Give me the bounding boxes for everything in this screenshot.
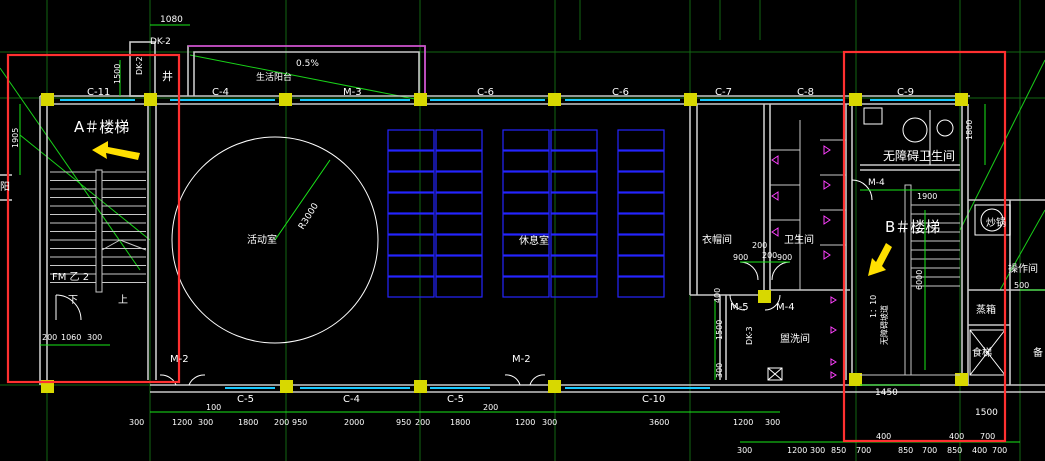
dimension-label: 200 [274, 418, 289, 427]
dimension-label: 200 [483, 403, 498, 412]
dimension-label: 850 [898, 446, 913, 455]
label-room-r3: 蒸箱 [976, 303, 996, 316]
label-dk2: DK-2 [150, 37, 171, 47]
label-rest-room: 休息室 [519, 234, 549, 247]
label-balcony: 生活阳台 [256, 71, 292, 83]
label-m2-b: M-2 [512, 354, 531, 365]
label-dim-a300: 300 [87, 333, 102, 342]
label-ramp-ratio: 1：10 [869, 295, 878, 318]
dimension-label: 700 [856, 446, 871, 455]
dimension-label: 700 [992, 446, 1007, 455]
label-dk2-vert: DK-2 [135, 56, 144, 75]
label-stair-a: A＃楼梯 [74, 118, 129, 136]
label-m3: M-3 [343, 87, 362, 98]
label-dk2-dim: 1080 [160, 15, 183, 25]
dimension-label: 1200 [515, 418, 535, 427]
dimension-label: 400 [972, 446, 987, 455]
dimension-label: 700 [922, 446, 937, 455]
dimension-label: 300 [810, 446, 825, 455]
label-fm: FM 乙 2 [52, 271, 89, 283]
label-dim1905: 1905 [11, 128, 20, 148]
label-room-r1: 炒锅 [986, 217, 1006, 229]
dimension-label: 950 [292, 418, 307, 427]
label-c5-a: C-5 [237, 394, 254, 405]
label-m2-a: M-2 [170, 354, 189, 365]
label-dim1500-left: 1500 [113, 64, 122, 84]
label-c11: C-11 [87, 87, 110, 98]
label-dim-a200: 200 [42, 333, 57, 342]
dimension-label: 300 [129, 418, 144, 427]
label-dim1450: 1450 [875, 388, 898, 398]
label-dim900-b: 900 [777, 253, 792, 262]
label-left-stub: 阳 [0, 181, 10, 193]
label-dim200-b: 200 [762, 251, 777, 260]
label-dim300-v: 300 [715, 363, 724, 378]
dimension-label: 100 [206, 403, 221, 412]
label-ramp: 无障碍坡道 [879, 305, 889, 345]
label-dim1500-r: 1500 [975, 408, 998, 418]
dimension-label: 700 [980, 432, 995, 441]
label-dim-a1060: 1060 [61, 333, 81, 342]
dimension-label: 950 [396, 418, 411, 427]
label-dim1800-right: 1800 [965, 120, 974, 140]
label-c9: C-9 [897, 87, 914, 98]
dimension-label: 300 [765, 418, 780, 427]
dimension-label: 1200 [733, 418, 753, 427]
label-room-r2: 操作间 [1008, 262, 1038, 275]
dimension-label: 1200 [787, 446, 807, 455]
label-c6-b: C-6 [612, 87, 629, 98]
label-c4-top: C-4 [212, 87, 229, 98]
label-dim900-a: 900 [733, 253, 748, 262]
label-dk3: DK-3 [745, 326, 754, 345]
label-dim400: 400 [713, 288, 722, 303]
dimension-label: 1800 [450, 418, 470, 427]
label-well: 井 [162, 69, 173, 83]
label-dim200-a: 200 [752, 241, 767, 250]
label-c4-b: C-4 [343, 394, 360, 405]
label-room-r5: 备 [1033, 346, 1043, 359]
label-accessible-toilet: 无障碍卫生间 [883, 148, 955, 163]
label-m4-mid: M-4 [776, 302, 795, 313]
label-dim500: 500 [1014, 281, 1029, 290]
label-cloak-room: 衣帽间 [702, 233, 732, 246]
label-c10: C-10 [642, 394, 665, 405]
label-dim1500-v: 1500 [715, 320, 724, 340]
label-toilet: 卫生间 [784, 233, 814, 246]
dimension-label: 400 [949, 432, 964, 441]
label-c5-b: C-5 [447, 394, 464, 405]
label-room-r4: 食梯 [972, 346, 992, 359]
dimension-label: 1800 [238, 418, 258, 427]
label-c8: C-8 [797, 87, 814, 98]
dimension-label: 300 [198, 418, 213, 427]
label-c6-a: C-6 [477, 87, 494, 98]
dimension-label: 300 [542, 418, 557, 427]
label-dim1900: 1900 [917, 192, 937, 201]
dimension-label: 2000 [344, 418, 364, 427]
dimension-label: 850 [947, 446, 962, 455]
label-slope: 0.5% [296, 59, 319, 69]
label-c7: C-7 [715, 87, 732, 98]
label-m5: M-5 [730, 302, 749, 313]
label-dim6000: 6000 [915, 270, 924, 290]
dimension-label: 300 [737, 446, 752, 455]
label-down: 下 [68, 295, 78, 306]
label-up: 上 [118, 294, 128, 306]
dimension-label: 850 [831, 446, 846, 455]
dimension-label: 400 [876, 432, 891, 441]
label-m4-top: M-4 [868, 178, 885, 188]
floor-plan-drawing: 1080 DK-2 DK-2 0.5% 生活阳台 井 C-11 C-4 M-3 … [0, 0, 1045, 461]
label-laundry: 盥洗间 [780, 332, 810, 345]
label-stair-b: B＃楼梯 [885, 218, 940, 236]
dimension-label: 3600 [649, 418, 669, 427]
label-activity-room: 活动室 [247, 233, 277, 246]
dimension-label: 200 [415, 418, 430, 427]
dimension-label: 1200 [172, 418, 192, 427]
